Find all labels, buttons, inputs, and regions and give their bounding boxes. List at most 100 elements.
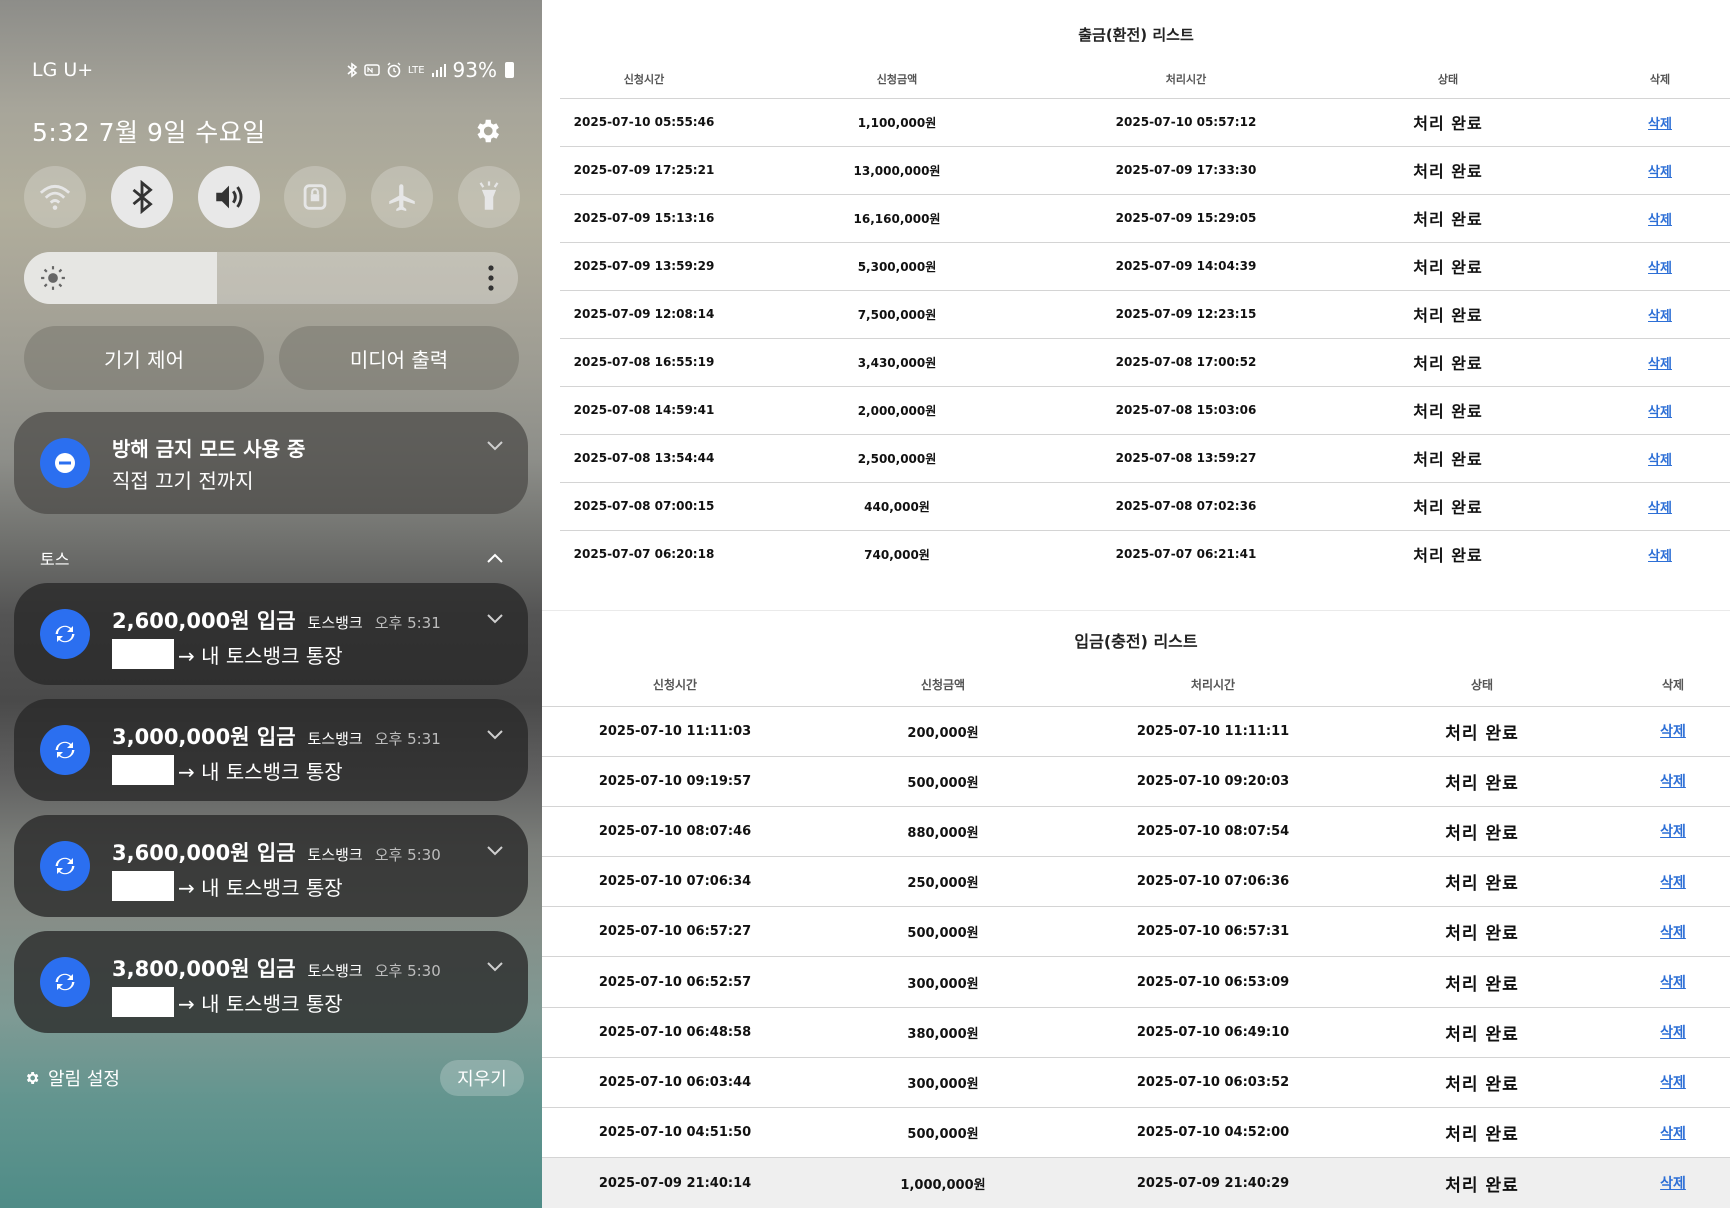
chevron-down-icon[interactable] [486,613,504,625]
chevron-down-icon[interactable] [486,961,504,973]
status-cell: 처리 완료 [1306,529,1590,578]
battery-percent: 93% [452,58,497,82]
request-time-cell: 2025-07-07 06:20:18 [560,529,728,578]
delete-link[interactable]: 삭제 [1648,357,1672,372]
processed-time-cell: 2025-07-10 11:11:11 [1078,705,1348,757]
chevron-down-icon[interactable] [486,845,504,857]
withdraw-row: 2025-07-09 13:59:29 5,300,000원 2025-07-09 … [560,241,1730,290]
request-amount-cell: 740,000원 [728,529,1066,578]
request-amount-cell: 380,000원 [808,1006,1078,1058]
delete-link[interactable]: 삭제 [1648,549,1672,564]
status-cell: 처리 완료 [1306,193,1590,242]
withdraw-column-header: 처리시간 [1165,72,1207,86]
request-time-cell: 2025-07-08 14:59:41 [560,385,728,434]
request-amount-cell: 3,430,000원 [728,337,1066,386]
section-divider [542,610,1730,611]
status-cell: 처리 완료 [1306,481,1590,530]
delete-link[interactable]: 삭제 [1660,925,1686,941]
processed-time-cell: 2025-07-08 13:59:27 [1066,433,1306,482]
delete-cell: 삭제 [1590,385,1730,434]
notification-card[interactable]: 3,800,000원 입금 토스뱅크 오후 5:30 → 내 토스뱅크 통장 [14,931,528,1033]
request-time-cell: 2025-07-09 15:13:16 [560,193,728,242]
delete-link[interactable]: 삭제 [1648,309,1672,324]
request-amount-cell: 300,000원 [808,956,1078,1008]
withdraw-row: 2025-07-09 17:25:21 13,000,000원 2025-07-09… [560,145,1730,194]
device-control-button[interactable]: 기기 제어 [24,326,264,390]
delete-cell: 삭제 [1590,241,1730,290]
delete-link[interactable]: 삭제 [1660,1025,1686,1041]
status-cell: 처리 완료 [1306,385,1590,434]
processed-time-cell: 2025-07-10 08:07:54 [1078,805,1348,857]
status-cell: 처리 완료 [1306,97,1590,146]
brightness-slider[interactable] [24,252,518,304]
wifi-icon [39,184,71,210]
delete-cell: 삭제 [1590,193,1730,242]
delete-link[interactable]: 삭제 [1660,824,1686,840]
wifi-toggle[interactable] [24,166,86,228]
chevron-up-icon[interactable] [486,552,504,564]
dnd-icon [40,438,90,488]
delete-link[interactable]: 삭제 [1648,261,1672,276]
request-time-cell: 2025-07-09 21:40:14 [542,1157,808,1208]
delete-link[interactable]: 삭제 [1648,213,1672,228]
notification-body: → 내 토스뱅크 통장 [112,639,343,669]
notification-card[interactable]: 2,600,000원 입금 토스뱅크 오후 5:31 → 내 토스뱅크 통장 [14,583,528,685]
notification-settings-button[interactable]: 알림 설정 [24,1065,120,1091]
settings-gear-icon[interactable] [472,116,502,146]
status-cell: 처리 완료 [1348,1106,1616,1158]
delete-link[interactable]: 삭제 [1648,501,1672,516]
media-output-button[interactable]: 미디어 출력 [279,326,519,390]
clear-notifications-button[interactable]: 지우기 [440,1060,524,1096]
delete-link[interactable]: 삭제 [1660,724,1686,740]
delete-cell: 삭제 [1590,145,1730,194]
delete-cell: 삭제 [1616,805,1730,857]
request-time-cell: 2025-07-09 13:59:29 [560,241,728,290]
delete-cell: 삭제 [1616,956,1730,1008]
processed-time-cell: 2025-07-09 15:29:05 [1066,193,1306,242]
delete-cell: 삭제 [1590,289,1730,338]
more-options-icon[interactable] [488,265,494,291]
delete-link[interactable]: 삭제 [1648,405,1672,420]
delete-link[interactable]: 삭제 [1660,1126,1686,1142]
withdraw-row: 2025-07-10 05:55:46 1,100,000원 2025-07-10 … [560,97,1730,146]
notification-header: 3,600,000원 입금 토스뱅크 오후 5:30 [112,837,441,867]
request-amount-cell: 16,160,000원 [728,193,1066,242]
delete-link[interactable]: 삭제 [1648,165,1672,180]
deposit-table: 신청시간 신청금액 처리시간 상태 삭제 2025-07-10 11:11:03 200,… [542,664,1730,1208]
chevron-down-icon[interactable] [486,440,504,452]
withdraw-header-row: 신청시간 신청금액 처리시간 상태 삭제 [560,60,1730,98]
request-amount-cell: 1,100,000원 [728,97,1066,146]
notification-card[interactable]: 3,600,000원 입금 토스뱅크 오후 5:30 → 내 토스뱅크 통장 [14,815,528,917]
notification-group-header: 토스 [40,546,504,570]
delete-link[interactable]: 삭제 [1648,117,1672,132]
deposit-header-row: 신청시간 신청금액 처리시간 상태 삭제 [542,664,1730,706]
redacted-sender [112,755,174,785]
notification-time: 오후 5:31 [374,730,441,748]
sound-toggle[interactable] [197,166,260,228]
delete-link[interactable]: 삭제 [1660,774,1686,790]
toss-app-icon [40,957,90,1007]
delete-link[interactable]: 삭제 [1660,1075,1686,1091]
withdraw-row: 2025-07-07 06:20:18 740,000원 2025-07-07 06… [560,529,1730,578]
delete-link[interactable]: 삭제 [1660,975,1686,991]
delete-link[interactable]: 삭제 [1660,1176,1686,1192]
dnd-card[interactable]: 방해 금지 모드 사용 중 직접 끄기 전까지 [14,412,528,514]
notification-body: → 내 토스뱅크 통장 [112,755,343,785]
screen-lock-toggle[interactable] [284,166,347,228]
notification-settings-label: 알림 설정 [48,1069,120,1090]
redacted-sender [112,987,174,1017]
battery-icon [505,62,514,78]
deposit-title: 입금(충전) 리스트 [1074,632,1198,651]
chevron-down-icon[interactable] [486,729,504,741]
processed-time-cell: 2025-07-09 14:04:39 [1066,241,1306,290]
delete-link[interactable]: 삭제 [1660,875,1686,891]
processed-time-cell: 2025-07-10 06:03:52 [1078,1056,1348,1108]
flashlight-toggle[interactable] [457,166,520,228]
request-amount-cell: 440,000원 [728,481,1066,530]
processed-time-cell: 2025-07-08 15:03:06 [1066,385,1306,434]
bluetooth-toggle[interactable] [110,166,173,228]
delete-link[interactable]: 삭제 [1648,453,1672,468]
notification-card[interactable]: 3,000,000원 입금 토스뱅크 오후 5:31 → 내 토스뱅크 통장 [14,699,528,801]
notification-time: 오후 5:31 [374,614,441,632]
airplane-toggle[interactable] [371,166,434,228]
